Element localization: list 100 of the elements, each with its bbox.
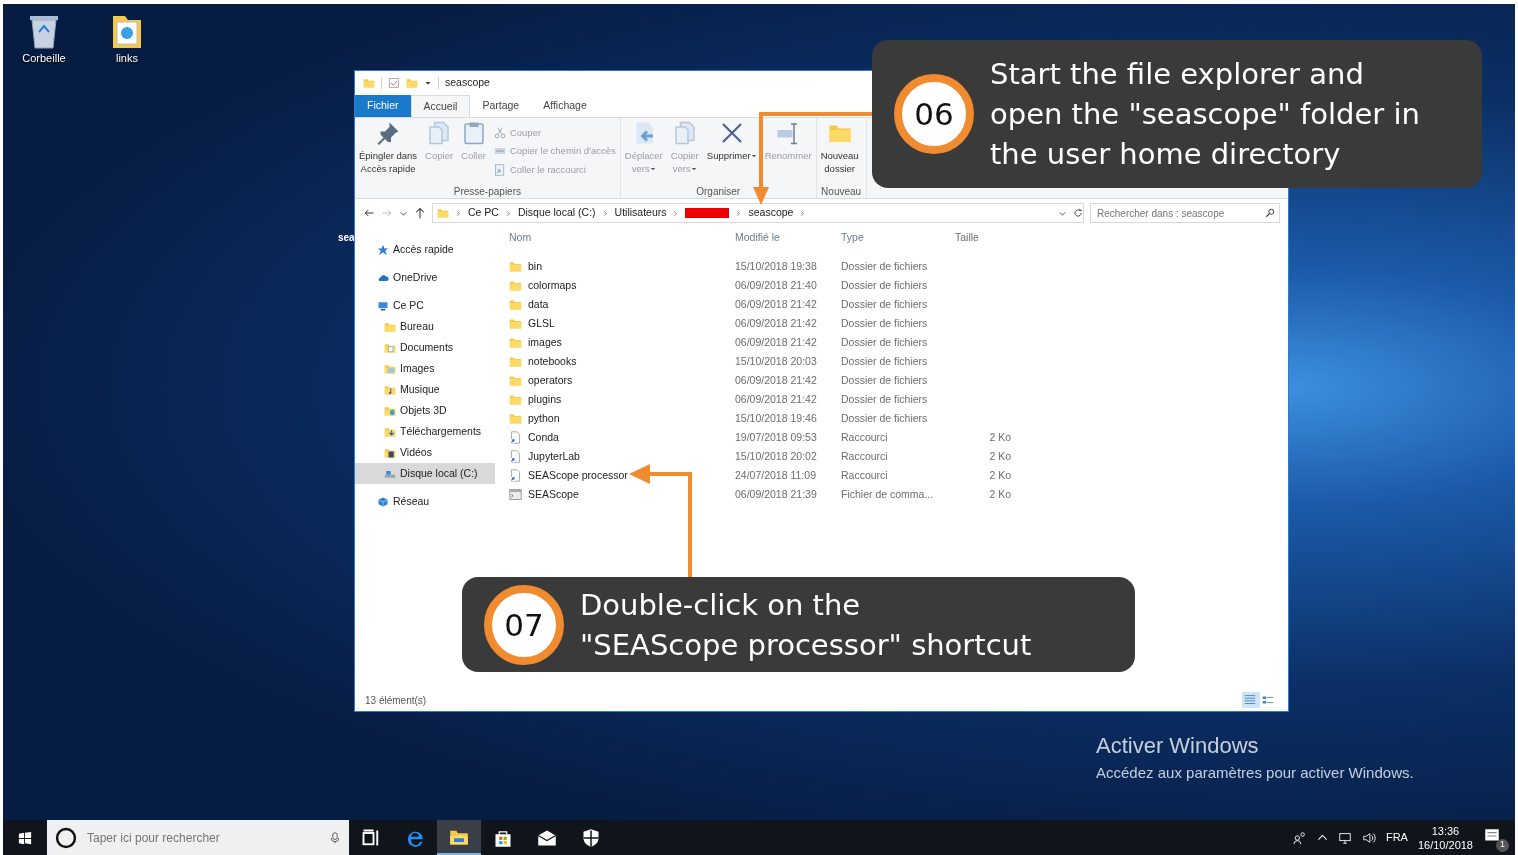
- caret-icon: [424, 79, 432, 87]
- task-view-icon: [361, 827, 381, 848]
- taskbar-search-box[interactable]: Taper ici pour rechercher: [47, 820, 349, 855]
- shortcut-icon: [509, 431, 522, 444]
- file-size: 2 Ko: [989, 468, 1011, 481]
- callout-text: Start the file explorer and open the "seascope" folder in the user home directory: [990, 56, 1421, 173]
- file-name[interactable]: JupyterLab: [528, 448, 580, 465]
- file-name[interactable]: data: [528, 296, 549, 313]
- nav-item[interactable]: Documents: [355, 337, 495, 358]
- step-number: 06: [894, 74, 974, 154]
- chevron-right-icon: [799, 209, 807, 217]
- file-date: 06/09/2018 21:42: [735, 297, 817, 310]
- file-name[interactable]: notebooks: [528, 353, 577, 370]
- pictures-folder-icon: [384, 362, 396, 375]
- monitor-icon: [1337, 830, 1352, 845]
- column-header[interactable]: Taille: [955, 231, 979, 244]
- ribbon-group-label: Organiser: [695, 185, 742, 198]
- forward-arrow-icon: [381, 207, 393, 219]
- file-date: 15/10/2018 20:03: [735, 354, 817, 367]
- nav-item[interactable]: Vidéos: [355, 442, 495, 463]
- ribbon-tab[interactable]: Affichage: [531, 95, 599, 117]
- windows-logo-icon: [18, 830, 32, 845]
- chevron-right-icon: [455, 209, 462, 217]
- shortcut-icon: [509, 450, 522, 463]
- address-bar[interactable]: Ce PC Disque local (C:) Utilisateurs seascope: [432, 203, 1084, 223]
- folder-icon: [384, 320, 396, 333]
- file-name[interactable]: images: [528, 334, 562, 351]
- file-size: 2 Ko: [989, 449, 1011, 462]
- folder-icon: [509, 393, 522, 406]
- redaction-bar: [685, 208, 730, 218]
- back-arrow-icon: [363, 207, 375, 219]
- column-header[interactable]: Modifié le: [735, 231, 780, 244]
- file-name[interactable]: SEAScope processor: [528, 467, 628, 484]
- ribbon-tab[interactable]: Partage: [470, 95, 532, 117]
- nav-item[interactable]: OneDrive: [355, 267, 495, 288]
- file-type: Dossier de fichiers: [841, 316, 928, 329]
- file-name[interactable]: plugins: [528, 391, 562, 408]
- step-number: 07: [484, 584, 564, 665]
- refresh-icon: [1073, 208, 1083, 218]
- folder-icon: [509, 336, 522, 349]
- breadcrumb-link[interactable]: Utilisateurs: [614, 205, 667, 221]
- video-folder-icon: [384, 446, 396, 459]
- nav-item[interactable]: Accès rapide: [355, 239, 495, 260]
- nav-item[interactable]: Disque local (C:): [355, 463, 495, 484]
- music-folder-icon: [384, 383, 396, 396]
- chevron-right-icon: [504, 209, 512, 217]
- computer-icon: [377, 299, 389, 312]
- file-name[interactable]: colormaps: [528, 277, 577, 294]
- column-header[interactable]: Type: [841, 231, 864, 244]
- file-name[interactable]: Conda: [528, 429, 559, 446]
- file-name[interactable]: SEAScope: [528, 486, 579, 503]
- chevron-up-icon: [1316, 832, 1328, 843]
- ribbon-button[interactable]: Nouveau dossier: [818, 120, 861, 184]
- taskbar-search-field[interactable]: Taper ici pour rechercher: [85, 827, 321, 848]
- chevron-right-icon: [735, 209, 743, 217]
- file-type: Raccourci: [841, 430, 888, 443]
- ribbon-button[interactable]: Supprimer: [704, 120, 759, 184]
- script-file-icon: [509, 488, 522, 501]
- chevron-right-icon: [672, 209, 680, 217]
- breadcrumb-link[interactable]: Ce PC: [468, 205, 499, 221]
- nav-item[interactable]: Objets 3D: [355, 400, 495, 421]
- file-type: Dossier de fichiers: [841, 392, 928, 405]
- nav-item[interactable]: Ce PC: [355, 295, 495, 316]
- file-date: 06/09/2018 21:39: [735, 487, 817, 500]
- search-field[interactable]: Rechercher dans : seascope: [1090, 203, 1280, 223]
- file-type: Raccourci: [841, 468, 888, 481]
- nav-item[interactable]: Réseau: [355, 491, 495, 512]
- details-view-icon: [1243, 693, 1257, 707]
- column-header[interactable]: Nom: [509, 230, 532, 246]
- folder-icon: [509, 412, 522, 425]
- up-arrow-icon: [414, 207, 426, 219]
- view-toggle-button[interactable]: [1242, 692, 1260, 708]
- language-indicator[interactable]: FRA: [1385, 829, 1408, 846]
- nav-item[interactable]: Images: [355, 358, 495, 379]
- ribbon-tab[interactable]: Accueil: [410, 95, 471, 117]
- file-name[interactable]: operators: [528, 372, 573, 389]
- file-name[interactable]: bin: [528, 258, 542, 275]
- speaker-icon: [1361, 830, 1376, 845]
- nav-item[interactable]: Bureau: [355, 316, 495, 337]
- activation-title: Activer Windows: [1096, 732, 1260, 760]
- ribbon-button[interactable]: Épingler dans Accès rapide: [357, 120, 420, 184]
- clock-time[interactable]: 13:36: [1431, 823, 1460, 838]
- copy-icon: [427, 121, 452, 145]
- folder-icon: [509, 260, 522, 273]
- file-name[interactable]: python: [528, 410, 560, 427]
- file-menu-tab[interactable]: Fichier: [355, 95, 411, 117]
- ribbon-group-label: Presse-papiers: [452, 185, 522, 198]
- taskbar-app-button[interactable]: [437, 820, 481, 855]
- breadcrumb-link[interactable]: Disque local (C:): [517, 205, 596, 221]
- pin-icon: [376, 121, 401, 145]
- notification-count: 1: [1496, 838, 1509, 852]
- clock-date[interactable]: 16/10/2018: [1417, 837, 1473, 852]
- nav-item[interactable]: Téléchargements: [355, 421, 495, 442]
- file-date: 06/09/2018 21:40: [735, 278, 817, 291]
- desktop-icon-label: Corbeille: [22, 51, 66, 66]
- nav-item[interactable]: Musique: [355, 379, 495, 400]
- file-type: Raccourci: [841, 449, 888, 462]
- file-name[interactable]: GLSL: [528, 315, 555, 332]
- microphone-icon: [329, 830, 341, 845]
- breadcrumb-link[interactable]: seascope: [748, 205, 794, 221]
